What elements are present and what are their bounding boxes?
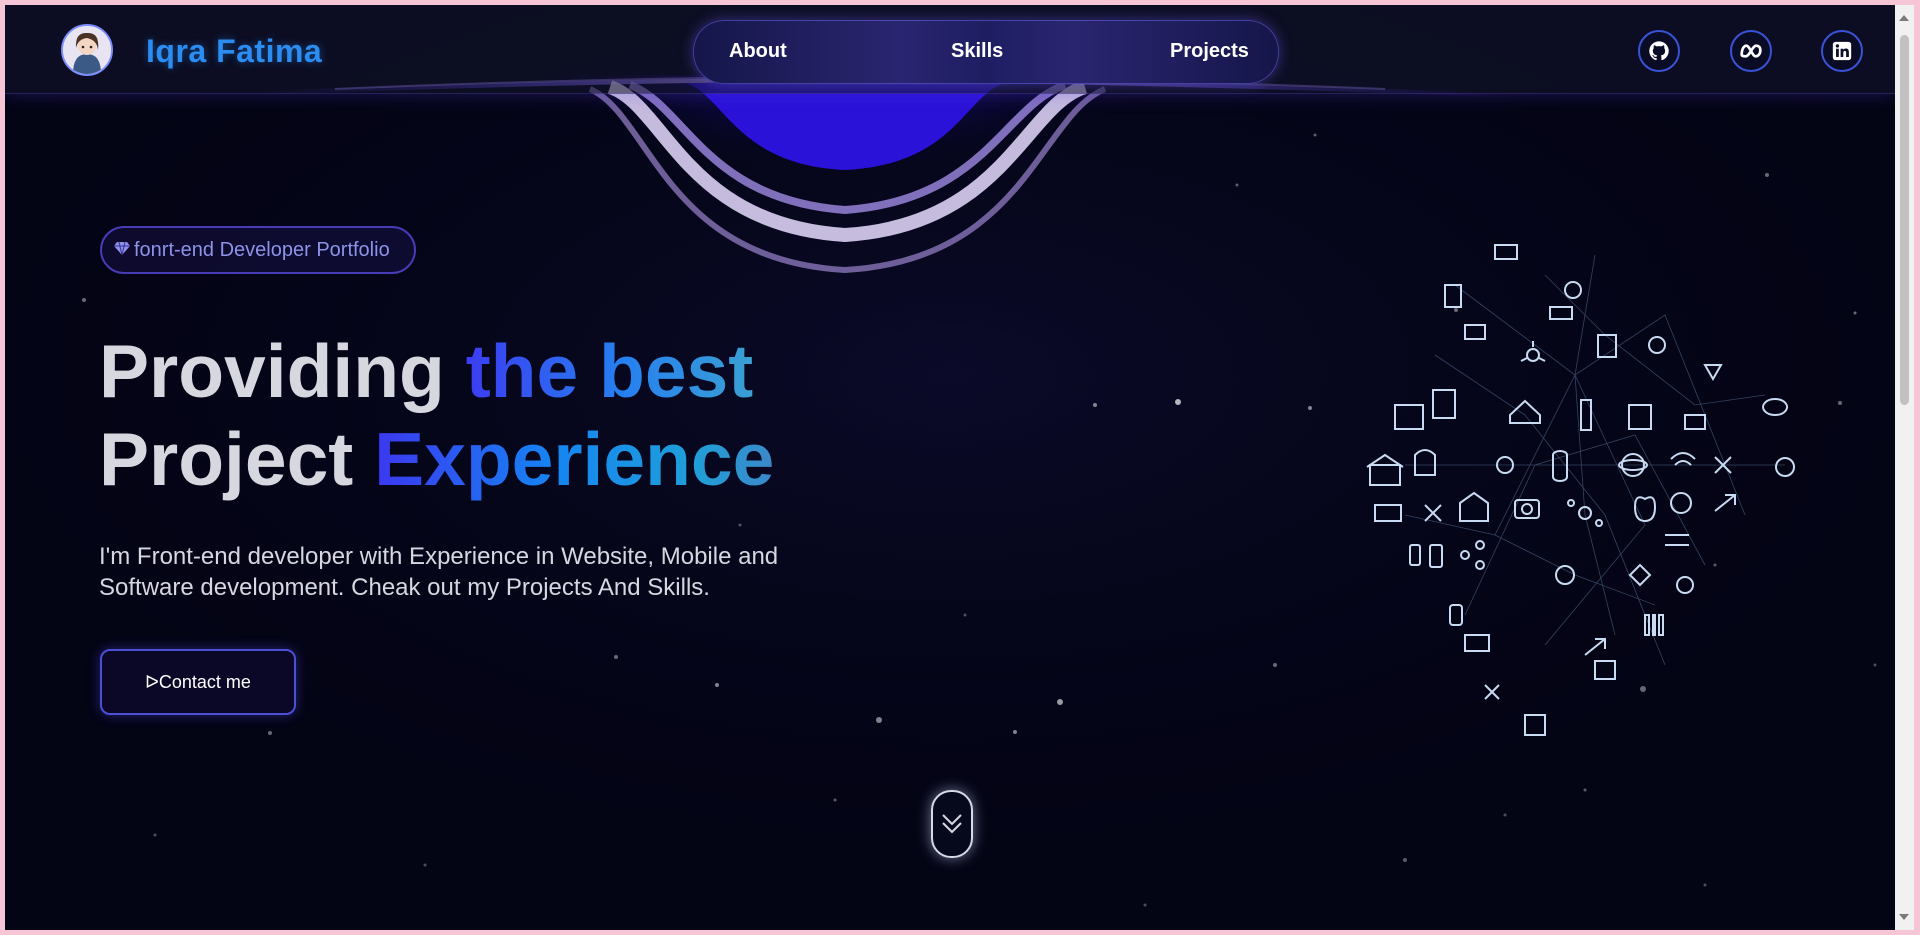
nav-about[interactable]: About: [729, 40, 787, 63]
nav-projects[interactable]: Projects: [1170, 40, 1249, 63]
page-viewport: Iqra Fatima About Skills Projects fonrt-…: [5, 5, 1895, 930]
brand-name[interactable]: Iqra Fatima: [146, 33, 322, 70]
nav-skills[interactable]: Skills: [951, 40, 1003, 63]
headline-line1-highlight: the best: [465, 329, 754, 413]
avatar-portrait-icon: [63, 26, 111, 74]
chevron-double-down-icon: [942, 814, 962, 834]
role-badge-text: fonrt-end Developer Portfolio: [134, 238, 390, 261]
role-badge: fonrt-end Developer Portfolio: [100, 226, 416, 274]
headline-line2-highlight: Experience: [374, 417, 775, 501]
contact-button[interactable]: ᐅContact me: [100, 649, 296, 715]
scroll-down-button[interactable]: [931, 790, 973, 858]
site-header: Iqra Fatima About Skills Projects: [5, 5, 1895, 94]
gem-icon: [114, 241, 130, 255]
hero-description: I'm Front-end developer with Experience …: [99, 543, 779, 601]
scrollbar-thumb[interactable]: [1900, 35, 1909, 405]
linkedin-icon: [1832, 41, 1852, 61]
black-hole-illustration: [255, 75, 1505, 325]
github-link[interactable]: [1638, 30, 1680, 72]
page-scrollbar[interactable]: [1895, 5, 1914, 930]
headline-line2-plain: Project: [99, 417, 375, 501]
scroll-down-arrow-icon[interactable]: [1899, 914, 1909, 920]
linkedin-link[interactable]: [1821, 30, 1863, 72]
scroll-up-arrow-icon[interactable]: [1899, 15, 1909, 21]
meta-link[interactable]: [1730, 30, 1772, 72]
avatar[interactable]: [61, 24, 113, 76]
github-icon: [1649, 41, 1669, 61]
hero-headline: Providing the best Project Experience: [99, 327, 774, 503]
meta-icon: [1740, 44, 1762, 58]
main-nav: About Skills Projects: [693, 20, 1279, 84]
headline-line1-plain: Providing: [99, 329, 466, 413]
tech-icons-globe-illustration: [1366, 244, 1795, 736]
